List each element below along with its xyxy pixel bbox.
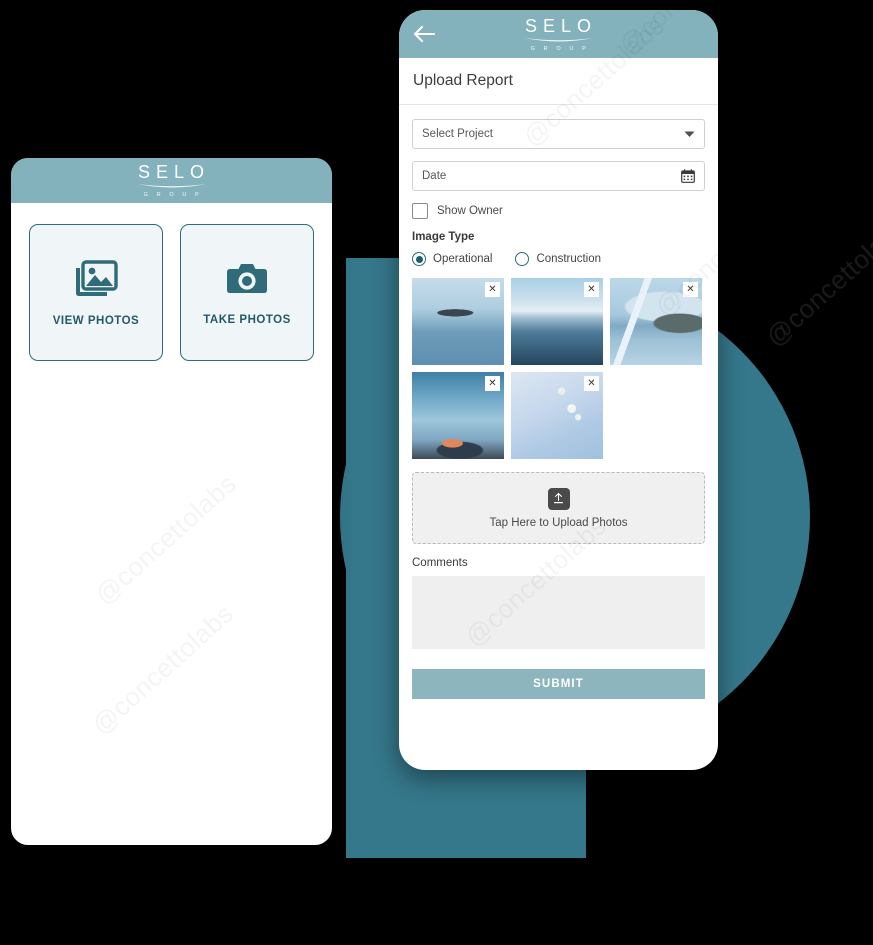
photo-thumbnail[interactable]: ✕ [610, 278, 702, 365]
view-photos-label: VIEW PHOTOS [52, 314, 140, 327]
photo-thumbnail[interactable]: ✕ [511, 278, 603, 365]
show-owner-label: Show Owner [437, 205, 503, 217]
phone-mockup-left: SELO G R O U P VIEW PHOTOS TAKE PHOTOS [11, 158, 332, 845]
screenshot-canvas: @concettolabs @concettolabs SELO G R O U… [0, 0, 873, 945]
chevron-down-icon [684, 131, 695, 137]
close-icon[interactable]: ✕ [485, 376, 500, 391]
logo-subtext: G R O U P [143, 192, 203, 198]
upload-icon [547, 487, 570, 510]
watermark: @concettolabs [89, 468, 243, 611]
left-phone-body: VIEW PHOTOS TAKE PHOTOS [11, 203, 332, 361]
left-phone-header: SELO G R O U P [11, 158, 332, 203]
comments-label: Comments [412, 557, 468, 569]
show-owner-row[interactable]: Show Owner [412, 203, 705, 219]
logo-subtext: G R O U P [530, 45, 590, 52]
photo-thumbnail[interactable]: ✕ [511, 372, 603, 459]
upload-dropzone-label: Tap Here to Upload Photos [489, 516, 628, 529]
calendar-icon [681, 169, 695, 183]
photo-thumbnail[interactable]: ✕ [412, 278, 504, 365]
radio-construction-label: Construction [536, 253, 602, 265]
watermark: @concettolabs [86, 598, 240, 741]
selo-logo: SELO G R O U P [133, 163, 210, 198]
take-photos-label: TAKE PHOTOS [203, 313, 291, 326]
show-owner-checkbox[interactable] [412, 203, 428, 219]
comments-input[interactable] [412, 576, 705, 649]
selo-logo: SELO G R O U P [520, 17, 597, 52]
photo-thumbnail-grid: ✕ ✕ ✕ ✕ ✕ [412, 278, 705, 459]
logo-swoosh-icon [524, 37, 593, 41]
logo-wordmark: SELO [137, 162, 211, 182]
project-select-value: Select Project [422, 128, 493, 140]
screen-title-bar: Upload Report [399, 58, 718, 105]
close-icon[interactable]: ✕ [683, 282, 698, 297]
image-type-label: Image Type [412, 231, 475, 243]
project-select[interactable]: Select Project [412, 119, 705, 149]
back-arrow-glyph [413, 25, 435, 43]
radio-operational-indicator[interactable] [412, 252, 426, 266]
upload-report-form: Select Project Date Show Owner Image Typ… [399, 105, 718, 699]
radio-construction-indicator[interactable] [515, 252, 530, 266]
close-icon[interactable]: ✕ [584, 282, 599, 297]
take-photos-tile[interactable]: TAKE PHOTOS [180, 224, 314, 361]
submit-button[interactable]: SUBMIT [412, 669, 705, 699]
page-title: Upload Report [413, 72, 513, 89]
close-icon[interactable]: ✕ [584, 376, 599, 391]
right-phone-header: SELO G R O U P [399, 10, 718, 58]
phone-mockup-right: SELO G R O U P Upload Report Select Proj… [399, 10, 718, 770]
images-icon [76, 259, 118, 296]
logo-swoosh-icon [137, 184, 206, 188]
photo-thumbnail[interactable]: ✕ [412, 372, 504, 459]
view-photos-tile[interactable]: VIEW PHOTOS [29, 224, 163, 361]
camera-icon [227, 263, 267, 293]
radio-option-construction[interactable]: Construction [515, 252, 601, 266]
logo-wordmark: SELO [524, 15, 598, 36]
upload-arrow-glyph [554, 492, 563, 504]
watermark: @concettolabs [760, 210, 873, 353]
date-field-value: Date [422, 170, 447, 182]
back-arrow-icon[interactable] [411, 21, 437, 47]
close-icon[interactable]: ✕ [485, 282, 500, 297]
date-field[interactable]: Date [412, 161, 705, 191]
upload-dropzone[interactable]: Tap Here to Upload Photos [412, 472, 705, 544]
radio-operational-label: Operational [433, 253, 493, 265]
radio-option-operational[interactable]: Operational [412, 252, 492, 266]
image-type-radio-group: Operational Construction [412, 252, 705, 266]
